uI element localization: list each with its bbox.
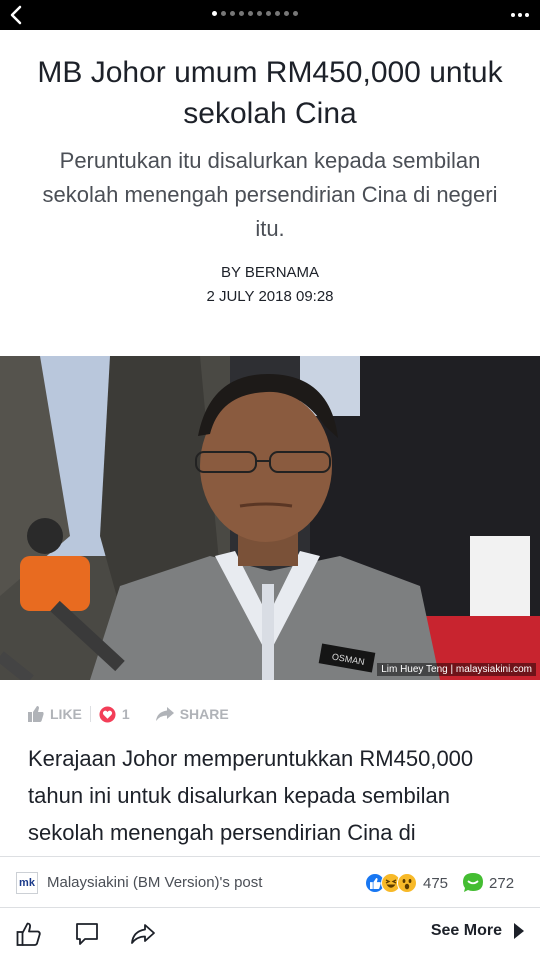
action-divider	[89, 706, 91, 722]
article-subtitle: Peruntukan itu disalurkan kepada sembila…	[42, 148, 498, 241]
page-dot	[239, 11, 244, 16]
love-count: 1	[121, 706, 130, 722]
malaysiakini-logo: mk	[16, 872, 38, 894]
more-horizontal-icon[interactable]	[508, 6, 532, 24]
article-date: 2 JULY 2018 09:28	[206, 288, 334, 305]
story-top-bar	[0, 0, 540, 30]
like-button[interactable]: LIKE	[28, 706, 82, 722]
page-dot	[275, 11, 280, 16]
page-dot	[257, 11, 262, 16]
reaction-count: 475	[423, 874, 449, 892]
post-attribution-bar[interactable]: mk Malaysiakini (BM Version)'s post 475	[0, 856, 540, 908]
chevron-left-icon[interactable]	[6, 4, 28, 26]
page-dot	[221, 11, 226, 16]
see-more-label: See More	[430, 922, 502, 939]
press-conference-photo: OSMAN	[0, 356, 540, 680]
article-byline: BY BERNAMA	[220, 264, 320, 281]
share-label: SHARE	[179, 706, 229, 722]
article-body: Kerajaan Johor memperuntukkan RM450,000 …	[28, 746, 474, 845]
page-dot	[293, 11, 298, 16]
wow-reaction-icon	[397, 873, 417, 893]
post-source[interactable]: Malaysiakini (BM Version)'s post	[47, 872, 262, 894]
share-button[interactable]: SHARE	[155, 706, 229, 722]
thumbs-up-icon	[28, 706, 44, 722]
share-arrow-icon	[155, 707, 174, 721]
thumbs-up-icon[interactable]	[16, 921, 42, 947]
like-label: LIKE	[50, 706, 82, 722]
play-arrow-icon	[514, 923, 524, 939]
page-dot	[248, 11, 253, 16]
love-reaction[interactable]: 1	[99, 705, 130, 723]
share-icon[interactable]	[130, 921, 156, 947]
comment-bubble-icon	[463, 873, 484, 892]
heart-icon	[99, 705, 116, 723]
page-indicator	[212, 11, 298, 19]
see-more-button[interactable]: See More	[431, 922, 526, 940]
page-dot	[266, 11, 271, 16]
article-photo[interactable]: OSMAN Lim Huey Teng | malaysiakini.com	[0, 356, 540, 680]
article-headline: MB Johor umum RM450,000 untuk sekolah Ci…	[37, 56, 503, 130]
bottom-action-bar: See More	[0, 908, 540, 960]
article-actions: LIKE 1 SHARE	[28, 702, 229, 726]
page-dot	[230, 11, 235, 16]
comment-count: 272	[489, 874, 515, 892]
photo-credit: Lim Huey Teng | malaysiakini.com	[377, 663, 536, 676]
page-dot	[284, 11, 289, 16]
page-dot	[212, 11, 217, 16]
comment-icon[interactable]	[74, 921, 100, 947]
reaction-summary[interactable]: 475 272	[365, 872, 514, 894]
